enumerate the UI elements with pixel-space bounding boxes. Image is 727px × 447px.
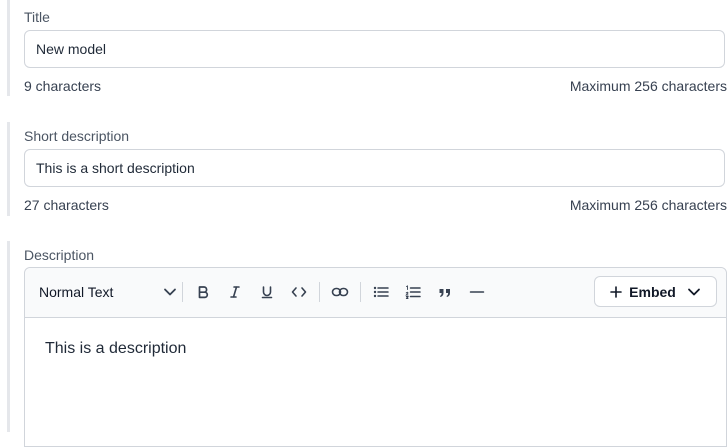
- toolbar-divider: [360, 282, 361, 302]
- chevron-down-icon: [164, 288, 176, 296]
- code-button[interactable]: [287, 280, 311, 304]
- link-button[interactable]: [328, 280, 352, 304]
- bullet-list-button[interactable]: [369, 280, 393, 304]
- quote-icon: [439, 289, 450, 297]
- title-char-count: 9 characters: [24, 78, 102, 94]
- italic-icon: [230, 286, 240, 298]
- section-accent-bar: [7, 122, 10, 216]
- description-content[interactable]: This is a description: [45, 340, 186, 358]
- section-accent-bar: [7, 241, 10, 432]
- title-section: Title 9 characters Maximum 256 character…: [0, 0, 727, 96]
- short-description-input[interactable]: [24, 149, 725, 187]
- editor-toolbar: Normal Text Embed: [25, 268, 726, 318]
- link-icon: [331, 287, 349, 297]
- short-description-label: Short description: [24, 128, 130, 144]
- chevron-down-icon: [687, 288, 700, 295]
- bold-icon: [198, 286, 209, 299]
- bold-button[interactable]: [191, 280, 215, 304]
- italic-button[interactable]: [223, 280, 247, 304]
- description-label: Description: [24, 247, 95, 263]
- plus-icon: [610, 285, 622, 298]
- quote-button[interactable]: [433, 280, 457, 304]
- title-label: Title: [24, 9, 50, 25]
- numbered-list-icon: [405, 285, 421, 299]
- text-format-select[interactable]: Normal Text: [39, 280, 177, 304]
- underline-icon: [261, 286, 273, 299]
- short-description-max-chars: Maximum 256 characters: [569, 197, 727, 213]
- code-icon: [291, 287, 307, 297]
- horizontal-rule-button[interactable]: [465, 280, 489, 304]
- section-accent-bar: [7, 0, 10, 96]
- underline-button[interactable]: [255, 280, 279, 304]
- toolbar-divider: [319, 282, 320, 302]
- embed-label: Embed: [629, 283, 676, 300]
- description-editor: Normal Text Embed This is a description: [24, 267, 727, 447]
- short-description-char-count: 27 characters: [24, 197, 109, 213]
- horizontal-rule-icon: [469, 291, 485, 293]
- bullet-list-icon: [373, 286, 389, 298]
- title-max-chars: Maximum 256 characters: [569, 78, 727, 94]
- embed-button[interactable]: Embed: [594, 276, 717, 307]
- text-format-value: Normal Text: [39, 284, 114, 300]
- title-input[interactable]: [24, 30, 725, 68]
- numbered-list-button[interactable]: [401, 280, 425, 304]
- short-description-section: Short description 27 characters Maximum …: [0, 122, 727, 216]
- toolbar-divider: [182, 282, 183, 302]
